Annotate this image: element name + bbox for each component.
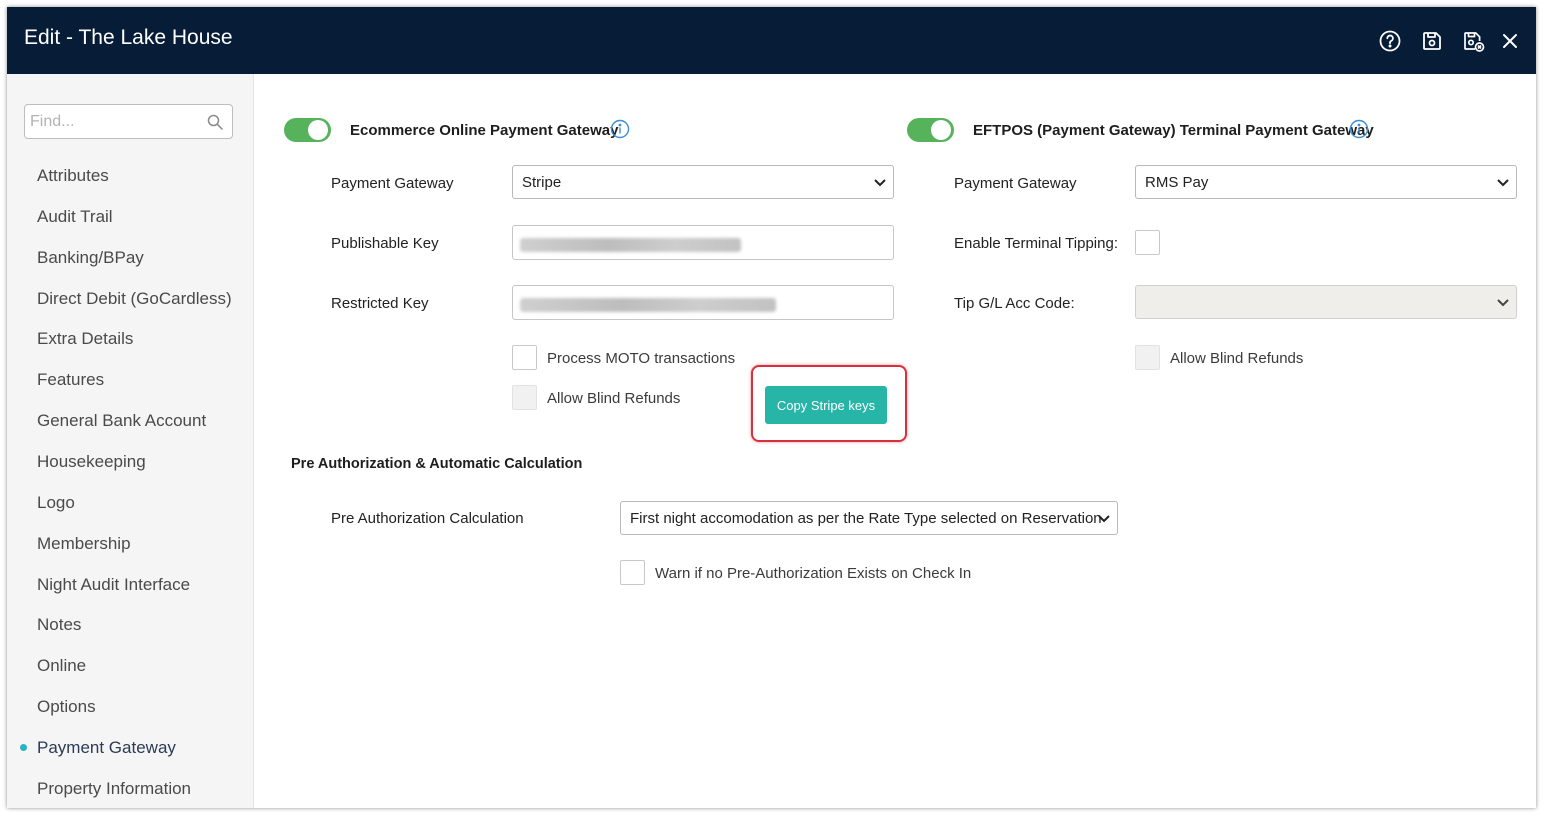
preauth-calc-value: First night accomodation as per the Rate… [630,510,1102,527]
help-circle-icon[interactable] [1378,29,1402,53]
main-panel: Ecommerce Online Payment Gateway Payment… [254,74,1536,808]
chevron-down-icon [1098,515,1110,523]
sidebar-item-online[interactable]: Online [37,656,86,676]
eftpos-gateway-label: Payment Gateway [954,175,1077,192]
sidebar-item-audit-trail[interactable]: Audit Trail [37,207,113,227]
tip-gl-code-label: Tip G/L Acc Code: [954,295,1075,312]
restricted-key-input[interactable] [512,285,894,320]
sidebar-item-extra-details[interactable]: Extra Details [37,329,133,349]
terminal-tipping-label: Enable Terminal Tipping: [954,235,1118,252]
ecommerce-gateway-toggle[interactable] [284,118,331,142]
preauth-section-title: Pre Authorization & Automatic Calculatio… [291,456,583,472]
eftpos-section-title: EFTPOS (Payment Gateway) Terminal Paymen… [973,122,1374,139]
title-bar: Edit - The Lake House [7,7,1536,74]
close-icon[interactable] [1498,29,1522,53]
ecommerce-gateway-select[interactable]: Stripe [512,165,894,199]
tip-gl-code-select[interactable] [1135,285,1517,319]
ecommerce-blind-refunds-label: Allow Blind Refunds [547,390,681,407]
restricted-key-label: Restricted Key [331,295,429,312]
sidebar-item-membership[interactable]: Membership [37,534,131,554]
save-icon[interactable] [1420,29,1444,53]
toggle-knob [931,120,951,140]
dialog-title: Edit - The Lake House [24,26,233,49]
sidebar-item-banking-bpay[interactable]: Banking/BPay [37,248,144,268]
ecommerce-gateway-value: Stripe [522,174,562,191]
warn-preauth-checkbox[interactable] [620,560,645,585]
moto-checkbox[interactable] [512,345,537,370]
eftpos-gateway-select[interactable]: RMS Pay [1135,165,1517,199]
info-icon[interactable] [610,119,630,139]
sidebar-item-features[interactable]: Features [37,370,104,390]
publishable-key-input[interactable] [512,225,894,260]
toggle-knob [308,120,328,140]
search-input[interactable] [30,111,200,133]
chevron-down-icon [1497,179,1509,187]
chevron-down-icon [874,179,886,187]
edit-dialog: Edit - The Lake House Find... Attributes… [7,7,1536,808]
ecommerce-gateway-label: Payment Gateway [331,175,454,192]
publishable-key-label: Publishable Key [331,235,439,252]
sidebar-item-property-information[interactable]: Property Information [37,779,191,799]
terminal-tipping-checkbox[interactable] [1135,230,1160,255]
eftpos-gateway-value: RMS Pay [1145,174,1209,191]
save-close-icon[interactable] [1461,29,1485,53]
sidebar-item-night-audit-interface[interactable]: Night Audit Interface [37,575,190,595]
sidebar-item-logo[interactable]: Logo [37,493,75,513]
eftpos-gateway-toggle[interactable] [907,118,954,142]
ecommerce-blind-refunds-checkbox[interactable] [512,385,537,410]
sidebar-item-payment-gateway[interactable]: Payment Gateway [37,738,176,758]
search-icon [207,114,223,130]
chevron-down-icon [1497,299,1509,307]
copy-stripe-keys-button[interactable]: Copy Stripe keys [765,386,887,424]
sidebar-item-general-bank-account[interactable]: General Bank Account [37,411,206,431]
eftpos-blind-refunds-checkbox[interactable] [1135,345,1160,370]
preauth-calc-label: Pre Authorization Calculation [331,510,524,527]
sidebar-item-housekeeping[interactable]: Housekeeping [37,452,146,472]
sidebar-item-direct-debit[interactable]: Direct Debit (GoCardless) [37,289,232,309]
warn-preauth-label: Warn if no Pre-Authorization Exists on C… [655,565,972,582]
sidebar-item-options[interactable]: Options [37,697,96,717]
active-indicator-dot [20,744,27,751]
info-icon[interactable] [1349,119,1369,139]
redacted-key [520,238,741,252]
sidebar-search[interactable] [24,104,233,139]
sidebar: Attributes Audit Trail Banking/BPay Dire… [7,74,254,808]
eftpos-blind-refunds-label: Allow Blind Refunds [1170,350,1304,367]
moto-label: Process MOTO transactions [547,350,736,367]
sidebar-item-notes[interactable]: Notes [37,615,81,635]
sidebar-item-attributes[interactable]: Attributes [37,166,109,186]
redacted-key [520,298,776,312]
preauth-calc-select[interactable]: First night accomodation as per the Rate… [620,501,1118,535]
ecommerce-section-title: Ecommerce Online Payment Gateway [350,122,619,139]
